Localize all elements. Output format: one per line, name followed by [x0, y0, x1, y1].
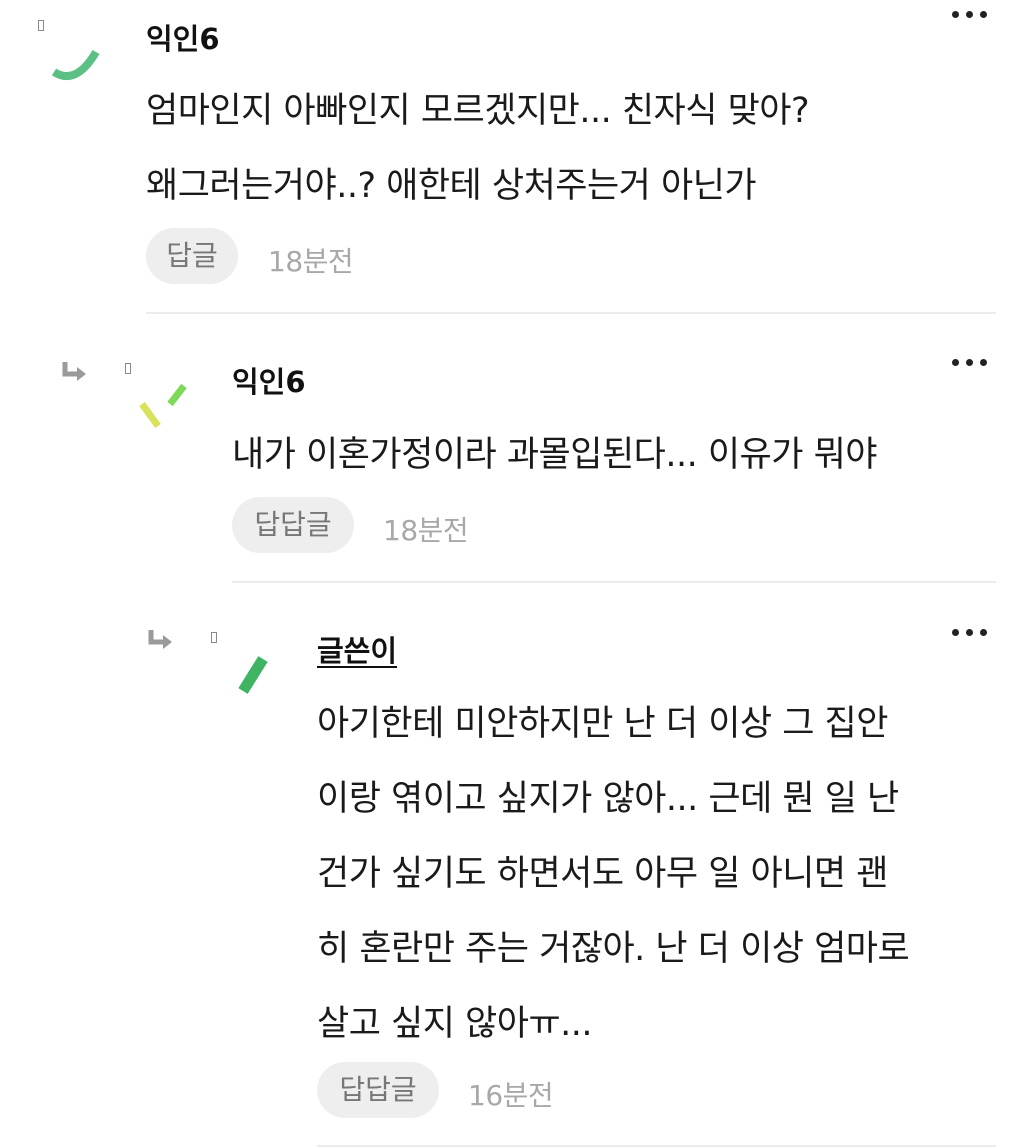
timestamp: 16분전 — [468, 1079, 554, 1112]
reply-button[interactable]: 답답글 — [232, 497, 354, 553]
comment-text-line: 살고 싶지 않아ㅠ... — [317, 1004, 593, 1044]
comment-thread: 익인6 엄마인지 아빠인지 모르겠지만... 친자식 맞아? 왜그러는거야..?… — [0, 0, 1024, 1148]
avatar-icon[interactable] — [236, 652, 272, 698]
divider — [146, 312, 996, 314]
reply-comment: 익인6 내가 이혼가정이라 과몰입된다... 이유가 뭐야 답답글 18분전 — [0, 316, 1024, 586]
reply-arrow-icon — [62, 362, 86, 381]
comment-text-line: 내가 이혼가정이라 과몰입된다... 이유가 뭐야 — [232, 435, 877, 475]
avatar-placeholder-icon — [38, 20, 44, 31]
divider — [317, 1145, 996, 1147]
author-name[interactable]: 글쓴이 — [317, 628, 397, 670]
more-options-icon[interactable] — [948, 620, 992, 644]
reply-comment: 글쓴이 아기한테 미안하지만 난 더 이상 그 집안 이랑 엮이고 싶지가 않아… — [0, 586, 1024, 1148]
comment: 익인6 엄마인지 아빠인지 모르겠지만... 친자식 맞아? 왜그러는거야..?… — [0, 0, 1024, 316]
avatar-placeholder-icon — [211, 632, 217, 643]
more-options-icon[interactable] — [948, 2, 992, 26]
comment-text-line: 왜그러는거야..? 애한테 상처주는거 아닌가 — [146, 166, 757, 206]
avatar-icon[interactable] — [136, 382, 190, 432]
comment-text-line: 이랑 엮이고 싶지가 않아... 근데 뭔 일 난 — [317, 779, 899, 819]
author-name[interactable]: 익인6 — [146, 16, 220, 58]
avatar-icon[interactable] — [50, 42, 104, 84]
comment-text-line: 건가 싶기도 하면서도 아무 일 아니면 괜 — [317, 854, 888, 894]
comment-text-line: 히 혼란만 주는 거잖아. 난 더 이상 엄마로 — [317, 929, 910, 969]
avatar-placeholder-icon — [125, 363, 131, 374]
divider — [232, 581, 996, 583]
comment-text-line: 아기한테 미안하지만 난 더 이상 그 집안 — [317, 704, 888, 744]
timestamp: 18분전 — [383, 514, 469, 547]
comment-text-line: 엄마인지 아빠인지 모르겠지만... 친자식 맞아? — [146, 91, 810, 131]
author-name[interactable]: 익인6 — [232, 359, 306, 401]
reply-button[interactable]: 답글 — [146, 228, 238, 284]
timestamp: 18분전 — [268, 245, 354, 278]
more-options-icon[interactable] — [948, 350, 992, 374]
reply-arrow-icon — [148, 630, 172, 649]
reply-button[interactable]: 답답글 — [317, 1062, 439, 1118]
